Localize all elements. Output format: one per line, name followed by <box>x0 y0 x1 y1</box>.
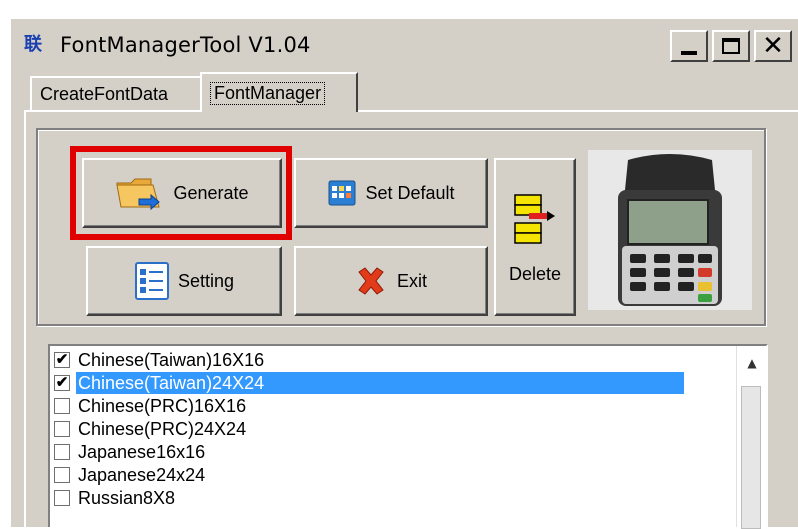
tab-fontmanager[interactable]: FontManager <box>200 72 358 112</box>
list-item[interactable]: Chinese(PRC)16X16 <box>54 394 738 417</box>
list-item-label: Chinese(PRC)16X16 <box>78 395 247 416</box>
checkbox[interactable] <box>54 420 70 437</box>
transfer-arrow-icon <box>507 189 563 252</box>
list-item-label: Japanese24x24 <box>78 464 206 485</box>
list-item[interactable]: Chinese(PRC)24X24 <box>54 417 738 440</box>
scroll-thumb[interactable] <box>741 386 761 529</box>
tab-createfontdata[interactable]: CreateFontData <box>30 76 202 110</box>
set-default-label: Set Default <box>365 182 455 203</box>
app-icon: 联 <box>24 34 42 55</box>
exit-button[interactable]: Exit <box>294 246 488 316</box>
checkbox[interactable] <box>54 443 70 460</box>
list-item-label: Chinese(Taiwan)16X16 <box>78 349 265 370</box>
list-item[interactable]: Russian8X8 <box>54 486 738 509</box>
maximize-button[interactable] <box>712 30 750 62</box>
delete-button[interactable]: Delete <box>494 158 576 316</box>
list-item[interactable]: ✔ Chinese(Taiwan)16X16 <box>54 348 738 371</box>
close-button[interactable]: ✕ <box>754 30 792 62</box>
chevron-up-icon: ▲ <box>747 356 757 370</box>
calendar-grid-icon <box>327 178 357 208</box>
checkbox[interactable]: ✔ <box>54 351 70 368</box>
list-item-label: Chinese(Taiwan)24X24 <box>76 371 685 394</box>
list-item[interactable]: Japanese16x16 <box>54 440 738 463</box>
desktop-top <box>0 0 798 18</box>
app-window: 联 FontManagerTool V1.04 ✕ CreateFontData… <box>0 0 798 529</box>
red-x-icon <box>355 266 387 296</box>
window-title: FontManagerTool V1.04 <box>60 33 311 57</box>
minimize-button[interactable] <box>670 30 708 62</box>
list-item-label: Japanese16x16 <box>78 441 206 462</box>
tab-label: CreateFontData <box>40 83 169 104</box>
list-item-selected[interactable]: ✔ Chinese(Taiwan)24X24 <box>54 371 738 394</box>
minimize-icon <box>681 51 697 55</box>
title-bar[interactable]: 联 FontManagerTool V1.04 ✕ <box>14 22 798 70</box>
font-list[interactable]: ✔ Chinese(Taiwan)16X16 ✔ Chinese(Taiwan)… <box>48 344 768 529</box>
checkbox[interactable] <box>54 466 70 483</box>
list-item[interactable]: Japanese24x24 <box>54 463 738 486</box>
set-default-button[interactable]: Set Default <box>294 158 488 228</box>
generate-label: Generate <box>173 182 249 203</box>
checkbox[interactable] <box>54 489 70 506</box>
vertical-scrollbar[interactable]: ▲ <box>736 346 767 529</box>
checkbox[interactable]: ✔ <box>54 374 70 391</box>
tab-label: FontManager <box>210 81 326 105</box>
folder-arrow-icon <box>115 173 163 213</box>
close-icon: ✕ <box>762 31 784 61</box>
checkbox[interactable] <box>54 397 70 414</box>
delete-label: Delete <box>508 264 562 284</box>
setting-button[interactable]: Setting <box>86 246 282 316</box>
list-item-label: Russian8X8 <box>78 487 176 508</box>
exit-label: Exit <box>396 270 427 291</box>
maximize-icon <box>722 38 740 54</box>
list-item-label: Chinese(PRC)24X24 <box>78 418 247 439</box>
setting-label: Setting <box>177 270 235 291</box>
generate-button[interactable]: Generate <box>82 158 282 228</box>
settings-list-icon <box>134 261 170 301</box>
scroll-up-button[interactable]: ▲ <box>737 346 767 380</box>
payment-terminal-image <box>588 150 752 310</box>
